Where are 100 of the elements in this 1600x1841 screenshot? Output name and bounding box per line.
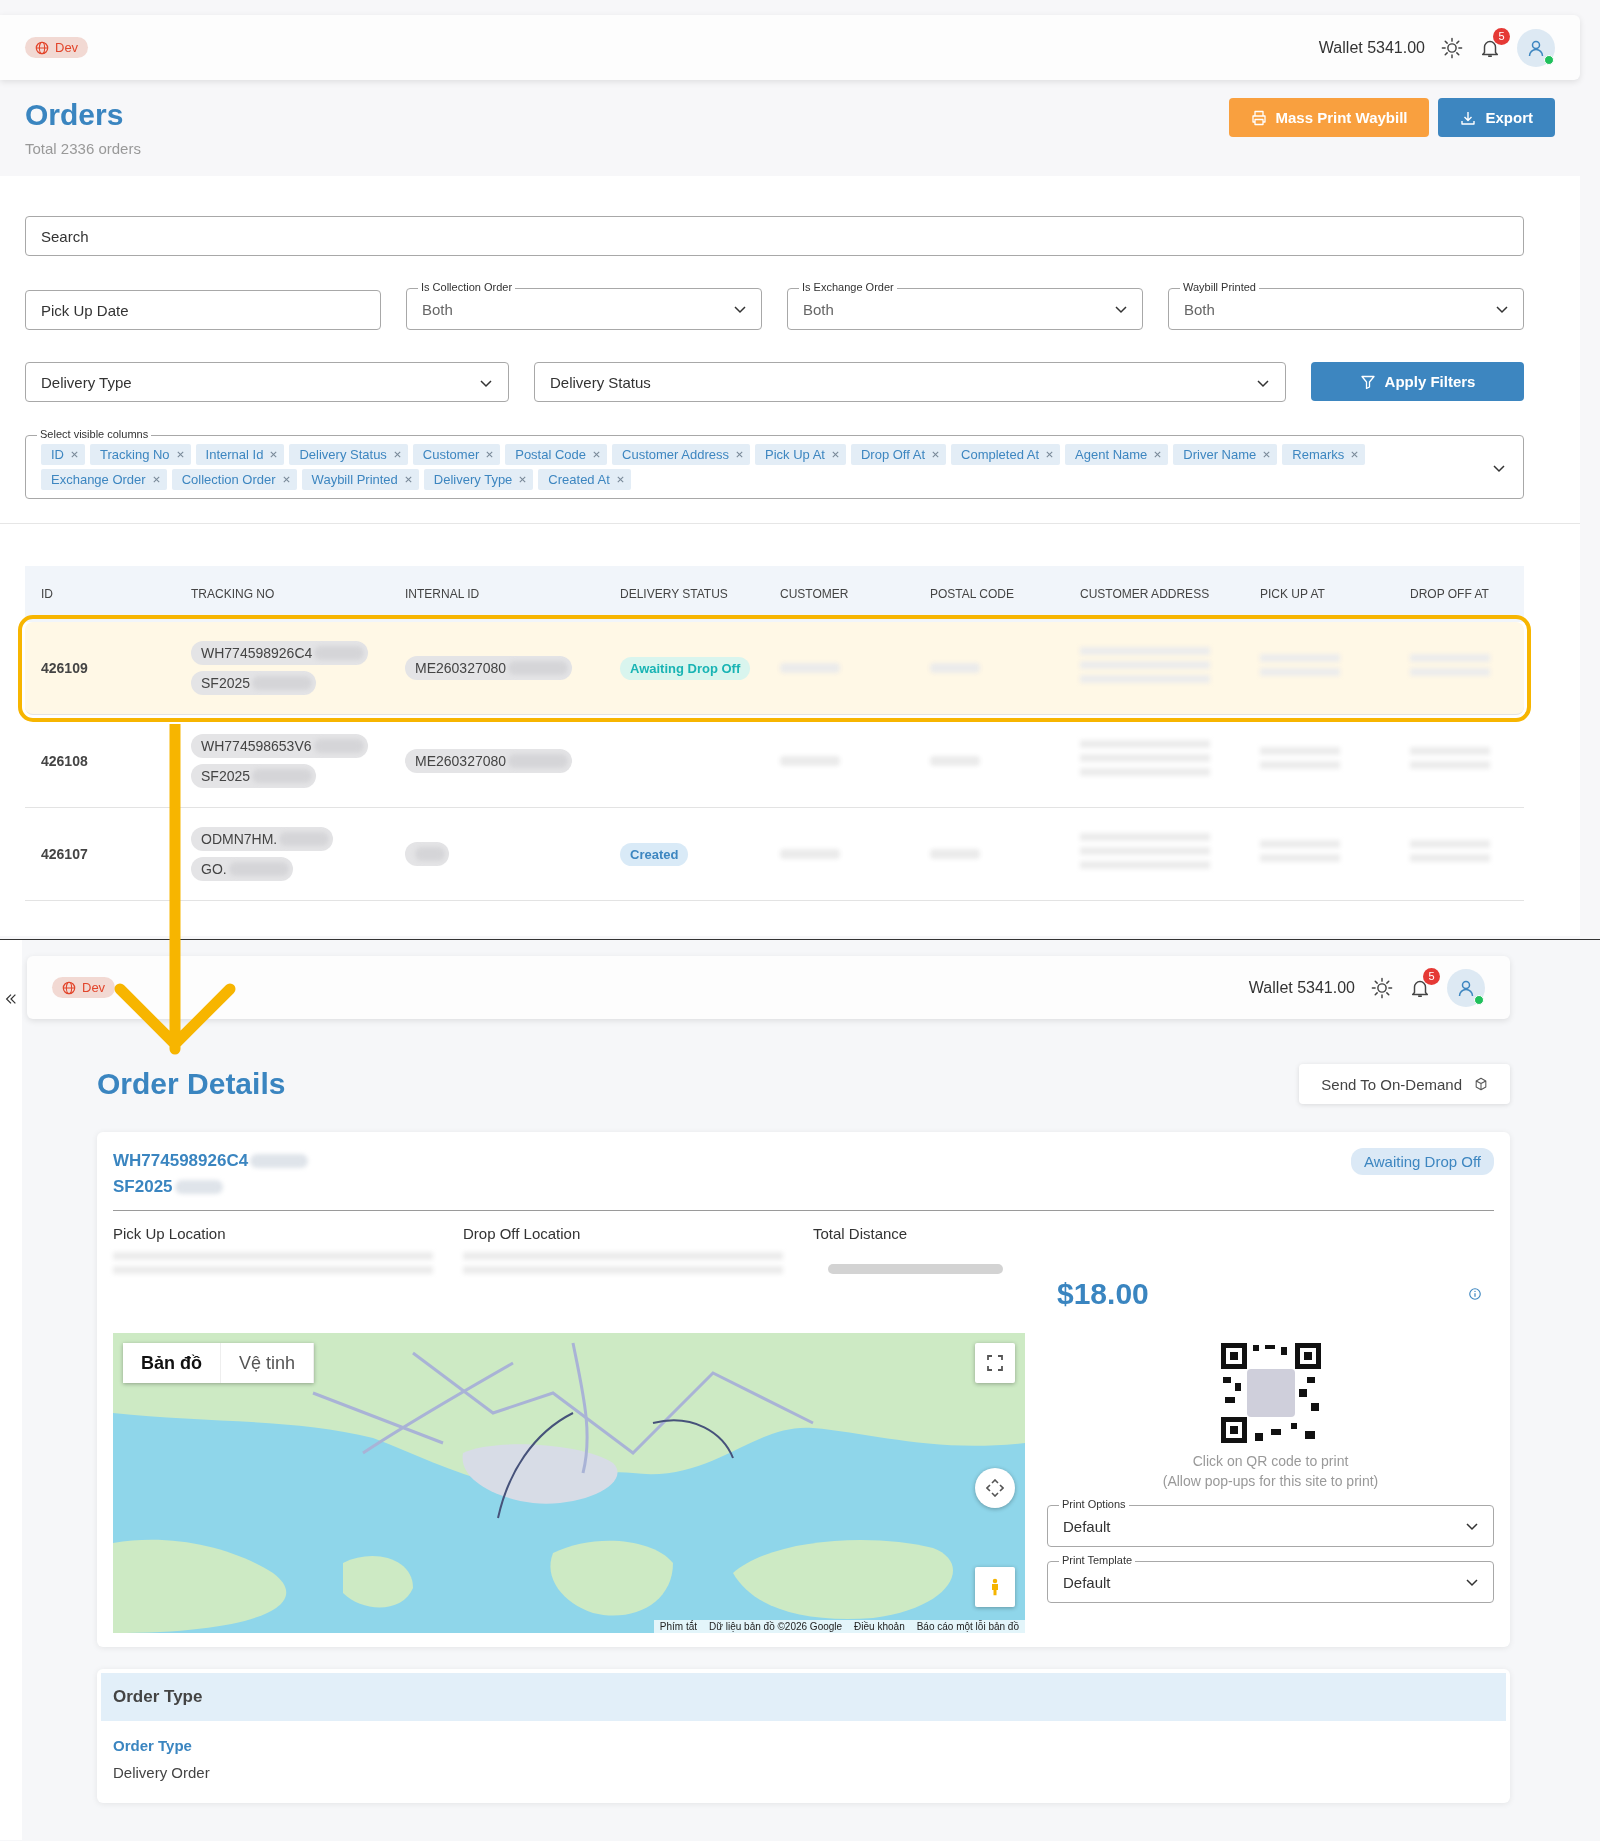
internal-id: ME260327080	[415, 660, 507, 676]
tag-label: Postal Code	[515, 447, 587, 462]
remove-icon[interactable]	[269, 450, 279, 459]
tracking-number: SF2025	[201, 768, 251, 784]
column-header: TRACKING NO	[191, 587, 276, 601]
price: $18.00	[1057, 1277, 1149, 1311]
map-attribution-link[interactable]: Dữ liệu bản đồ ©2026 Google	[709, 1621, 843, 1632]
avatar-button[interactable]	[1447, 968, 1485, 1007]
redacted-text	[313, 739, 364, 753]
field-label: Order Type	[113, 1737, 193, 1754]
redacted-text	[252, 769, 313, 783]
globe-icon	[62, 980, 76, 995]
field-label: Print Options	[1059, 1498, 1129, 1510]
map-attribution-link[interactable]: Điều khoản	[854, 1621, 905, 1632]
column-header: CUSTOMER ADDRESS	[1080, 587, 1211, 601]
remove-icon[interactable]	[70, 450, 79, 459]
field-label: Waybill Printed	[1180, 281, 1259, 293]
redacted-text	[508, 754, 569, 768]
column-header: INTERNAL ID	[405, 587, 481, 601]
remove-icon[interactable]	[830, 450, 840, 459]
notification-count: 5	[1423, 967, 1440, 985]
tag-label: Internal Id	[205, 447, 264, 462]
tag-label: Exchange Order	[51, 472, 146, 487]
sun-icon[interactable]	[1441, 36, 1463, 59]
field-label: Drop Off Location	[463, 1225, 582, 1242]
map-attribution-link[interactable]: Báo cáo một lỗi bản đồ	[916, 1621, 1019, 1632]
tag-label: Collection Order	[181, 472, 276, 487]
redacted-text	[250, 1154, 309, 1168]
table-row[interactable]: 426108 WH774598653V6 SF2025 ME260327080	[25, 715, 1524, 808]
remove-icon[interactable]	[1350, 450, 1360, 459]
remove-icon[interactable]	[403, 475, 413, 484]
remove-icon[interactable]	[151, 475, 161, 484]
remove-icon[interactable]	[931, 450, 941, 459]
tag-label: Customer Address	[622, 447, 729, 462]
tag-label: Delivery Type	[433, 472, 513, 487]
sun-icon[interactable]	[1371, 976, 1393, 999]
select-field[interactable]: Delivery Type	[25, 362, 509, 402]
fullscreen-button[interactable]	[975, 1343, 1015, 1383]
send-on-demand-button[interactable]: Send To On-Demand	[1299, 1064, 1510, 1104]
globe-icon	[35, 40, 49, 55]
field-label: Is Exchange Order	[799, 281, 897, 293]
qr-code[interactable]	[1220, 1343, 1321, 1443]
remove-icon[interactable]	[518, 475, 528, 484]
map-type-tab[interactable]: Bản đồ	[123, 1343, 221, 1383]
tracking-number: WH774598653V6	[201, 738, 312, 754]
tag-label: ID	[51, 447, 64, 462]
visible-columns-field[interactable]	[25, 428, 1524, 499]
column-header: POSTAL CODE	[930, 587, 1016, 601]
printer-icon	[1250, 109, 1267, 126]
remove-icon[interactable]	[175, 450, 185, 459]
remove-icon[interactable]	[1153, 450, 1163, 459]
field-label: Total Distance	[813, 1225, 909, 1242]
tag-label: Customer	[422, 447, 480, 462]
redacted-text	[314, 646, 365, 660]
tracking-number: WH774598926C4	[201, 645, 313, 661]
order-count: Total 2336 orders	[25, 140, 141, 157]
map-type-tab[interactable]: Vệ tinh	[221, 1343, 315, 1383]
environment-label: Dev	[55, 40, 79, 55]
tag-label: Delivery Status	[299, 447, 387, 462]
pegman-button[interactable]	[975, 1567, 1015, 1607]
tag-label: Remarks	[1292, 447, 1345, 462]
tag-label: Driver Name	[1183, 447, 1257, 462]
remove-icon[interactable]	[1262, 450, 1272, 459]
table-row[interactable]: 426107 ODMN7HM. GO. Created	[25, 808, 1524, 901]
remove-icon[interactable]	[281, 475, 291, 484]
collapse-icon[interactable]	[4, 992, 18, 1006]
tag-label: Agent Name	[1075, 447, 1148, 462]
status-badge: Created	[620, 842, 689, 866]
page-title: Order Details	[97, 1067, 286, 1101]
wallet-balance: Wallet 5341.00	[1248, 978, 1355, 997]
remove-icon[interactable]	[1045, 450, 1055, 459]
map-attribution-link[interactable]: Phím tắt	[659, 1621, 698, 1632]
tag-label: Waybill Printed	[311, 472, 398, 487]
tag-label: Completed At	[961, 447, 1040, 462]
status-badge: Awaiting Drop Off	[620, 656, 751, 680]
remove-icon[interactable]	[485, 450, 495, 459]
avatar-button[interactable]	[1517, 28, 1555, 67]
remove-icon[interactable]	[592, 450, 602, 459]
remove-icon[interactable]	[735, 450, 744, 459]
cube-icon	[1474, 1077, 1488, 1091]
remove-icon[interactable]	[392, 450, 402, 459]
status-badge: Awaiting Drop Off	[1351, 1148, 1494, 1175]
date-field[interactable]: Pick Up Date	[25, 290, 381, 330]
order-id: 426108	[41, 753, 89, 769]
download-icon	[1460, 109, 1477, 126]
environment-label: Dev	[82, 980, 106, 995]
fullscreen-icon	[986, 1354, 1004, 1372]
tracking-number: SF2025	[201, 675, 251, 691]
select-field[interactable]: Delivery Status	[534, 362, 1286, 402]
remove-icon[interactable]	[615, 475, 625, 484]
search-field[interactable]: Search	[25, 216, 1524, 256]
tag-label: Pick Up At	[765, 447, 825, 462]
order-id: 426109	[41, 660, 89, 676]
info-icon[interactable]	[1468, 1287, 1482, 1301]
apply-filters-button[interactable]: Apply Filters	[1311, 362, 1524, 401]
column-header: PICK UP AT	[1260, 587, 1326, 601]
redacted-text	[228, 862, 289, 876]
tracking-number: WH774598926C4	[113, 1150, 249, 1172]
export-button[interactable]: Export	[1438, 98, 1555, 137]
field-label: Select visible columns	[37, 428, 152, 440]
